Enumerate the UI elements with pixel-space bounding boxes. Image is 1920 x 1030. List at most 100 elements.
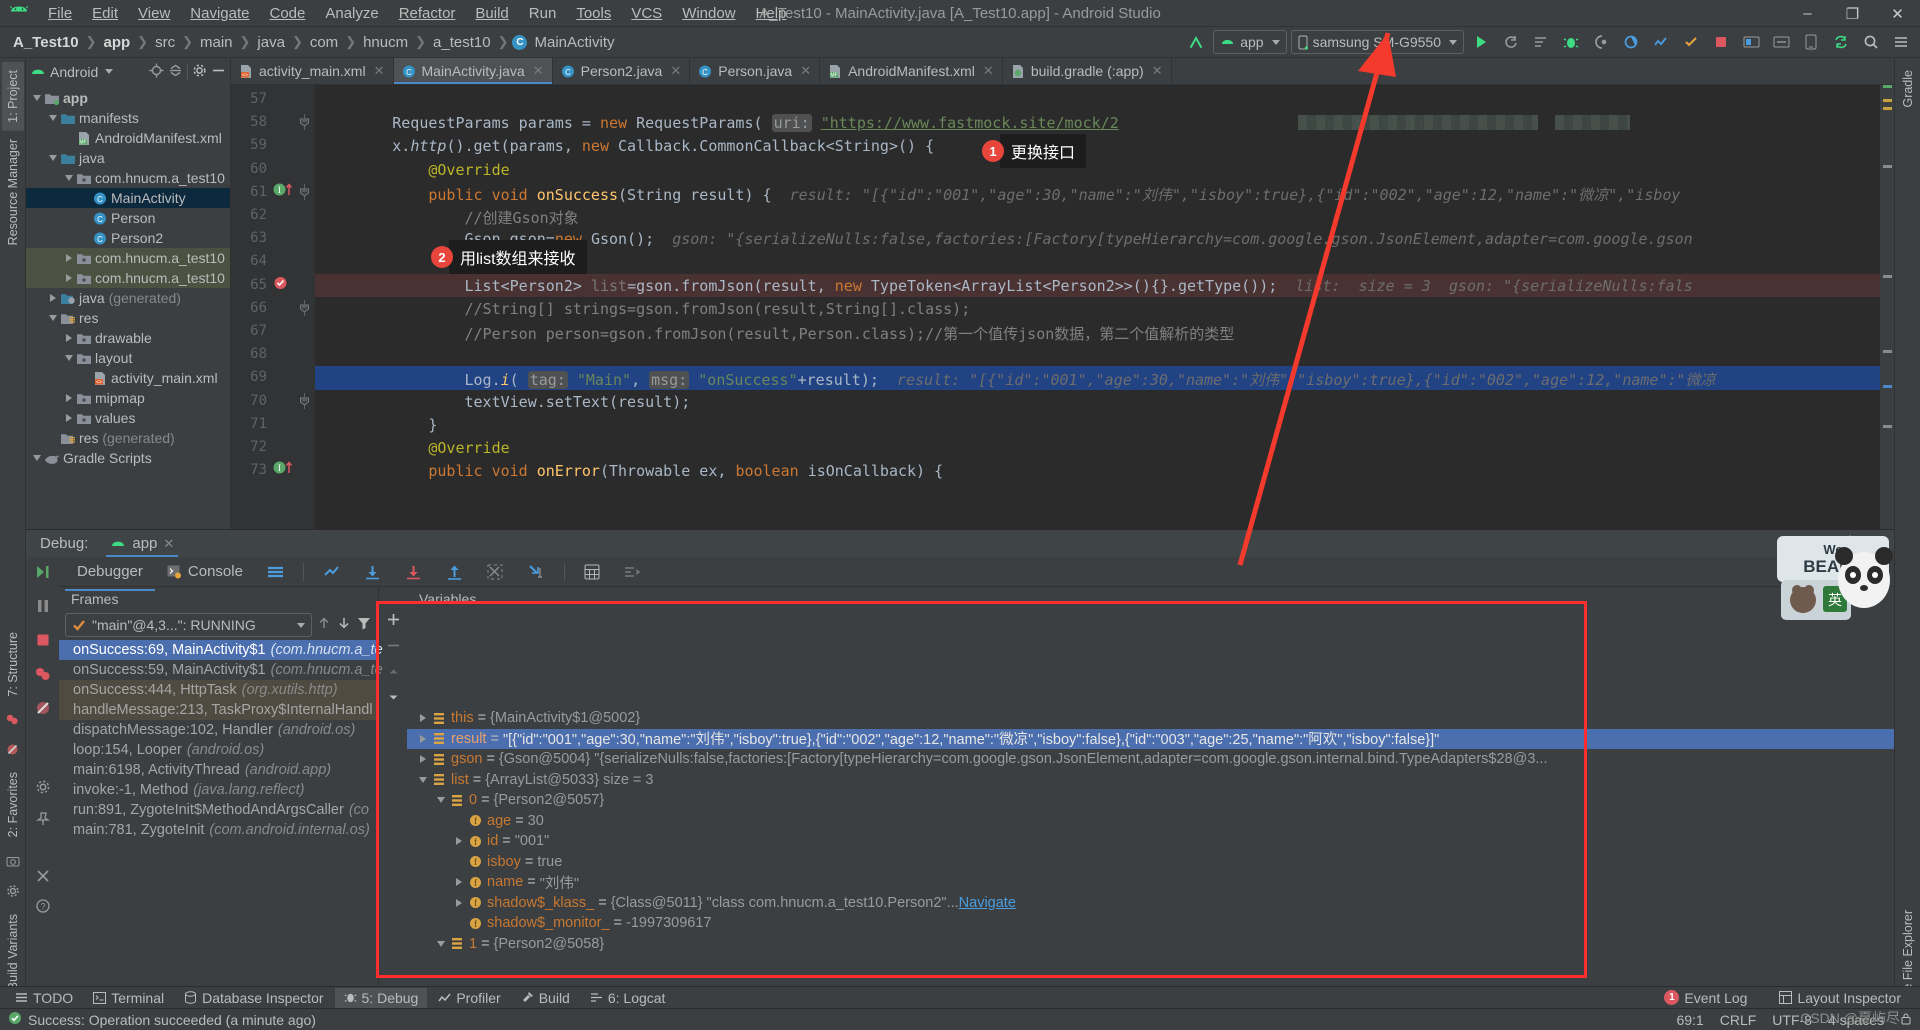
force-step-icon[interactable] bbox=[475, 559, 516, 585]
locate-file-icon[interactable] bbox=[149, 63, 164, 81]
chevron-right-icon[interactable] bbox=[62, 394, 75, 402]
navigate-link[interactable]: Navigate bbox=[959, 895, 1016, 911]
error-stripe-mark[interactable] bbox=[1883, 385, 1892, 388]
bottom-tab-build[interactable]: Build bbox=[512, 988, 579, 1008]
run-with-config-icon[interactable] bbox=[1528, 30, 1554, 54]
error-stripe-mark[interactable] bbox=[1883, 85, 1892, 88]
step-out-icon[interactable] bbox=[434, 559, 475, 585]
avd-manager-icon[interactable] bbox=[1738, 30, 1764, 54]
settings-gear-icon[interactable] bbox=[2, 880, 24, 902]
sidebar-tab-build-variants[interactable]: Build Variants bbox=[2, 906, 24, 998]
code-line-69[interactable]: Log.i( tag: "Main", msg: "onSuccess"+res… bbox=[320, 369, 1716, 390]
pin-icon[interactable] bbox=[35, 811, 51, 831]
tree-item-values[interactable]: values bbox=[26, 408, 230, 428]
chevron-right-icon[interactable] bbox=[62, 414, 75, 422]
sidebar-tab-gradle[interactable]: Gradle bbox=[1897, 62, 1919, 116]
line-separator[interactable]: CRLF bbox=[1720, 1012, 1757, 1028]
frame-row[interactable]: main:6198, ActivityThread (android.app) bbox=[59, 760, 378, 780]
settings-icon[interactable] bbox=[35, 779, 51, 799]
menu-edit[interactable]: Edit bbox=[82, 2, 128, 25]
error-stripe-mark[interactable] bbox=[1883, 165, 1892, 168]
tab-console[interactable]: Console bbox=[155, 558, 255, 585]
sidebar-tab-favorites[interactable]: 2: Favorites bbox=[2, 764, 24, 845]
frames-up-icon[interactable] bbox=[316, 615, 332, 635]
editor-tab-androidmanifest-xml[interactable]: MF AndroidManifest.xml ✕ bbox=[820, 58, 1003, 84]
tree-item-activity-main-xml[interactable]: <> activity_main.xml bbox=[26, 368, 230, 388]
tree-item-person[interactable]: C Person bbox=[26, 208, 230, 228]
profiler-icon[interactable] bbox=[1648, 30, 1674, 54]
collapse-all-icon[interactable] bbox=[168, 63, 183, 81]
watch-down-icon[interactable] bbox=[387, 691, 400, 708]
run-icon[interactable] bbox=[1468, 30, 1494, 54]
sidebar-tab-resource-manager[interactable]: Resource Manager bbox=[2, 131, 24, 253]
editor-tab-person2-java[interactable]: C Person2.java ✕ bbox=[553, 58, 691, 84]
code-line-65[interactable]: List<Person2> list=gson.fromJson(result,… bbox=[320, 277, 1693, 295]
close-icon[interactable]: ✕ bbox=[800, 63, 811, 79]
menu-file[interactable]: File bbox=[38, 2, 82, 25]
tree-item-com-hnucm-a-test10[interactable]: com.hnucm.a_test10 bbox=[26, 268, 230, 288]
chevron-down-icon[interactable] bbox=[46, 115, 59, 121]
breadcrumb-module[interactable]: app bbox=[101, 34, 134, 51]
frame-row[interactable]: loop:154, Looper (android.os) bbox=[59, 740, 378, 760]
tree-item-java-generated[interactable]: java (generated) bbox=[26, 288, 230, 308]
code-line-66[interactable]: //String[] strings=gson.fromJson(result,… bbox=[320, 300, 971, 318]
code-line-72[interactable]: @Override bbox=[320, 439, 509, 457]
hamburger-menu-icon[interactable] bbox=[1888, 30, 1914, 54]
tree-item-java[interactable]: java bbox=[26, 148, 230, 168]
breadcrumb-atest10[interactable]: a_test10 bbox=[430, 34, 494, 51]
chevron-down-icon[interactable] bbox=[62, 355, 75, 361]
fold-marker[interactable] bbox=[299, 392, 310, 413]
tree-item-mainactivity[interactable]: C MainActivity bbox=[26, 188, 230, 208]
menu-vcs[interactable]: VCS bbox=[621, 2, 672, 25]
frame-row[interactable]: run:891, ZygoteInit$MethodAndArgsCaller(… bbox=[59, 800, 378, 820]
variable-row[interactable]: list = {ArrayList@5033} size = 3 bbox=[407, 770, 1894, 791]
chevron-down-icon[interactable] bbox=[433, 797, 449, 804]
coverage-icon[interactable] bbox=[1618, 30, 1644, 54]
tree-item-layout[interactable]: layout bbox=[26, 348, 230, 368]
attach-debugger-icon[interactable] bbox=[1588, 30, 1614, 54]
stop-icon[interactable] bbox=[34, 631, 52, 653]
watch-up-icon[interactable] bbox=[387, 665, 400, 682]
fold-marker[interactable] bbox=[299, 114, 310, 134]
screenshot-icon[interactable] bbox=[2, 850, 24, 872]
editor-tab-build-gradle-app[interactable]: build.gradle (:app) ✕ bbox=[1003, 58, 1172, 84]
variable-row[interactable]: f isboy = true bbox=[407, 852, 1894, 873]
chevron-down-icon[interactable] bbox=[62, 175, 75, 181]
variable-row[interactable]: result = "[{"id":"001","age":30,"name":"刘伟… bbox=[407, 728, 1894, 749]
thread-selector[interactable]: "main"@4,3...": RUNNING bbox=[65, 613, 312, 637]
tree-item-com-hnucm-a-test10[interactable]: com.hnucm.a_test10 bbox=[26, 248, 230, 268]
bottom-tab-profiler[interactable]: Profiler bbox=[429, 988, 509, 1008]
chevron-right-icon[interactable] bbox=[62, 254, 75, 262]
bookmark-icon[interactable] bbox=[2, 708, 24, 730]
menu-build[interactable]: Build bbox=[465, 2, 518, 25]
variables-list[interactable]: this = {MainActivity$1@5002} result = "[{"id"… bbox=[407, 708, 1894, 954]
menu-analyze[interactable]: Analyze bbox=[315, 2, 388, 25]
chevron-right-icon[interactable] bbox=[451, 898, 467, 907]
breadcrumb-src[interactable]: src bbox=[152, 34, 178, 51]
sidebar-tab-structure[interactable]: 7: Structure bbox=[2, 624, 24, 705]
menu-code[interactable]: Code bbox=[259, 2, 315, 25]
minimize-button[interactable]: – bbox=[1785, 0, 1830, 27]
tree-item-com-hnucm-a-test10[interactable]: com.hnucm.a_test10 bbox=[26, 168, 230, 188]
error-stripe-mark[interactable] bbox=[1883, 107, 1892, 110]
menu-help[interactable]: Help bbox=[746, 2, 797, 25]
project-view-selector[interactable]: Android bbox=[30, 64, 114, 80]
variable-row[interactable]: 0 = {Person2@5057} bbox=[407, 790, 1894, 811]
bottom-tab-todo[interactable]: TODO bbox=[6, 988, 82, 1008]
variable-row[interactable]: gson = {Gson@5004} "{serializeNulls:false,… bbox=[407, 749, 1894, 770]
tree-item-gradle-scripts[interactable]: Gradle Scripts bbox=[26, 448, 230, 468]
variable-row[interactable]: this = {MainActivity$1@5002} bbox=[407, 708, 1894, 729]
close-icon[interactable]: ✕ bbox=[163, 536, 174, 552]
breadcrumb-main[interactable]: main bbox=[197, 34, 236, 51]
code-line-71[interactable]: } bbox=[320, 416, 437, 434]
chevron-right-icon[interactable] bbox=[415, 755, 431, 764]
close-icon[interactable]: ✕ bbox=[1152, 63, 1163, 79]
caret-position[interactable]: 69:1 bbox=[1676, 1012, 1703, 1028]
code-line-73[interactable]: public void onError(Throwable ex, boolea… bbox=[320, 462, 943, 480]
breadcrumb-com[interactable]: com bbox=[307, 34, 341, 51]
chevron-right-icon[interactable] bbox=[62, 334, 75, 342]
mute-breakpoints-icon[interactable] bbox=[34, 699, 52, 721]
device-manager-icon[interactable] bbox=[1798, 30, 1824, 54]
error-stripe-mark[interactable] bbox=[1883, 99, 1892, 102]
sdk-manager-icon[interactable] bbox=[1768, 30, 1794, 54]
